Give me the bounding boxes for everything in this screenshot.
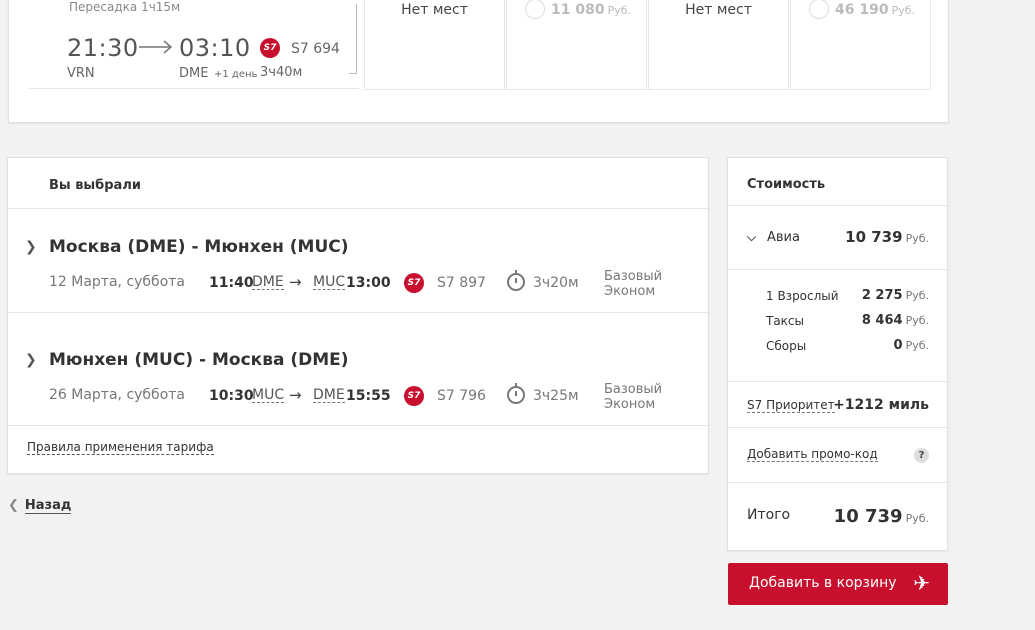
add-to-cart-button[interactable]: Добавить в корзину ✈	[728, 563, 948, 605]
leg-route: Москва (DME) - Мюнхен (MUC)	[49, 237, 349, 257]
avia-row[interactable]: ⌵ Авиа 10 739 Руб.	[728, 206, 947, 270]
leg-date: 26 Марта, суббота	[49, 387, 185, 403]
avia-label: Авиа	[767, 230, 800, 245]
airplane-icon: ✈	[913, 571, 930, 595]
s7-logo-icon: S7	[260, 38, 280, 58]
arrival-time: 03:10	[179, 34, 251, 62]
priority-miles: +1212 миль	[833, 397, 929, 413]
avia-amount: 10 739 Руб.	[845, 228, 929, 246]
leg-arr-code[interactable]: DME	[313, 388, 345, 403]
arrow-right-icon: →	[289, 273, 302, 291]
flight-duration: 3ч40м	[260, 65, 303, 80]
s7-logo-icon: S7	[404, 386, 424, 406]
leg-arr-time: 13:00	[346, 275, 391, 291]
fare-cell-unavailable: Нет мест	[364, 0, 505, 90]
fare-price: 11 080 Руб.	[551, 2, 632, 18]
arrival-code: DME	[179, 66, 209, 81]
breakdown-label: 1 Взрослый	[766, 289, 839, 303]
price-title: Стоимость	[747, 177, 826, 192]
fare-radio[interactable]	[809, 0, 829, 19]
flight-number: S7 694	[291, 41, 340, 57]
leg-arr-code[interactable]: MUC	[313, 275, 346, 290]
fare-rules-link[interactable]: Правила применения тарифа	[27, 441, 214, 455]
selected-leg[interactable]: ❯ Москва (DME) - Мюнхен (MUC) 12 Марта, …	[8, 209, 708, 313]
selected-flights-card: Вы выбрали ❯ Москва (DME) - Мюнхен (MUC)…	[7, 157, 709, 474]
leg-duration: 3ч20м	[533, 275, 579, 291]
price-summary-card: Стоимость ⌵ Авиа 10 739 Руб. 1 Взрослый 2…	[727, 157, 948, 551]
chevron-right-icon[interactable]: ❯	[25, 239, 37, 255]
timer-icon	[507, 383, 525, 404]
breakdown-label: Сборы	[766, 339, 807, 353]
chevron-left-icon: ❮	[8, 498, 19, 513]
help-icon[interactable]: ?	[914, 448, 929, 463]
leg-arr-time: 15:55	[346, 388, 391, 404]
fare-cell-price[interactable]: 46 190 Руб.	[790, 0, 931, 90]
fare-unavailable-label: Нет мест	[401, 2, 468, 18]
chevron-right-icon[interactable]: ❯	[25, 352, 37, 368]
total-amount: 10 739 Руб.	[833, 506, 929, 527]
leg-date: 12 Марта, суббота	[49, 274, 185, 290]
priority-row: S7 Приоритет +1212 миль	[728, 382, 947, 428]
flight-option-card: Пересадка 1ч15м 21:30 03:10 VRN DME +1 д…	[8, 0, 949, 123]
total-row: Итого 10 739 Руб.	[728, 483, 947, 550]
leg-duration: 3ч25м	[533, 388, 579, 404]
s7-priority-link[interactable]: S7 Приоритет	[747, 399, 835, 413]
breakdown-label: Таксы	[766, 314, 805, 328]
leg-fare-class: Базовый Эконом	[604, 269, 663, 299]
fare-cell-unavailable: Нет мест	[648, 0, 789, 90]
selected-leg[interactable]: ❯ Мюнхен (MUC) - Москва (DME) 26 Марта, …	[8, 322, 708, 426]
breakdown-value: 2 275 Руб.	[861, 288, 929, 303]
arrow-right-icon	[139, 40, 173, 54]
total-label: Итого	[747, 507, 791, 523]
add-to-cart-label: Добавить в корзину	[749, 575, 897, 591]
selected-header: Вы выбрали	[8, 158, 708, 209]
fare-cell-price[interactable]: 11 080 Руб.	[506, 0, 647, 90]
timer-icon	[507, 270, 525, 291]
transfer-info: Пересадка 1ч15м	[69, 0, 181, 14]
leg-flight-number: S7 897	[437, 275, 486, 291]
departure-code: VRN	[67, 66, 95, 81]
fare-price: 46 190 Руб.	[835, 2, 916, 18]
add-promo-code-link[interactable]: Добавить промо-код	[747, 448, 878, 462]
leg-dep-time: 11:40	[209, 275, 254, 291]
leg-fare-class: Базовый Эконом	[604, 382, 663, 412]
itinerary-bracket	[349, 4, 357, 74]
leg-flight-number: S7 796	[437, 388, 486, 404]
price-breakdown: 1 Взрослый 2 275 Руб. Таксы 8 464 Руб. Сбо…	[728, 270, 947, 382]
promo-row: Добавить промо-код ?	[728, 428, 947, 483]
leg-dep-code[interactable]: DME	[252, 275, 284, 290]
leg-route: Мюнхен (MUC) - Москва (DME)	[49, 350, 349, 370]
next-day-badge: +1 день	[214, 69, 258, 80]
arrow-right-icon: →	[289, 386, 302, 404]
breakdown-value: 0 Руб.	[893, 338, 929, 353]
fare-radio[interactable]	[525, 0, 545, 19]
divider	[29, 88, 359, 89]
departure-time: 21:30	[67, 34, 139, 62]
breakdown-value: 8 464 Руб.	[861, 313, 929, 328]
leg-dep-code[interactable]: MUC	[252, 388, 285, 403]
back-label: Назад	[24, 498, 72, 514]
chevron-down-icon[interactable]: ⌵	[747, 230, 756, 245]
fare-unavailable-label: Нет мест	[685, 2, 752, 18]
back-link[interactable]: ❮ Назад	[8, 498, 72, 514]
s7-logo-icon: S7	[404, 273, 424, 293]
leg-dep-time: 10:30	[209, 388, 254, 404]
price-header: Стоимость	[728, 158, 947, 206]
